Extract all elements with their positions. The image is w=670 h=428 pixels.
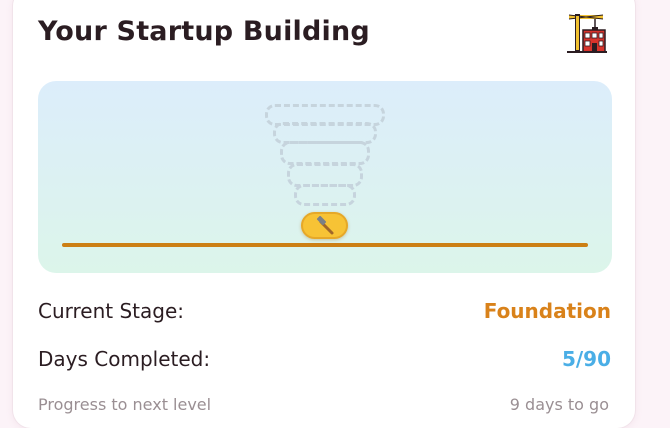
days-remaining: 9 days to go: [509, 395, 609, 414]
days-completed-label: Days Completed:: [38, 347, 211, 371]
hammer-icon: [315, 215, 337, 236]
building-scene: [38, 81, 612, 273]
construction-building-icon: [565, 12, 609, 54]
progress-label: Progress to next level: [38, 395, 212, 414]
builder-hammer-badge: [301, 212, 348, 239]
ground-line: [62, 243, 588, 247]
card-title: Your Startup Building: [38, 16, 370, 47]
planned-floor-outline: [280, 141, 370, 165]
days-completed-value: 5/90: [561, 347, 611, 371]
current-stage-label: Current Stage:: [38, 299, 185, 323]
current-stage-value: Foundation: [483, 299, 611, 323]
planned-floor-outline: [294, 184, 356, 206]
